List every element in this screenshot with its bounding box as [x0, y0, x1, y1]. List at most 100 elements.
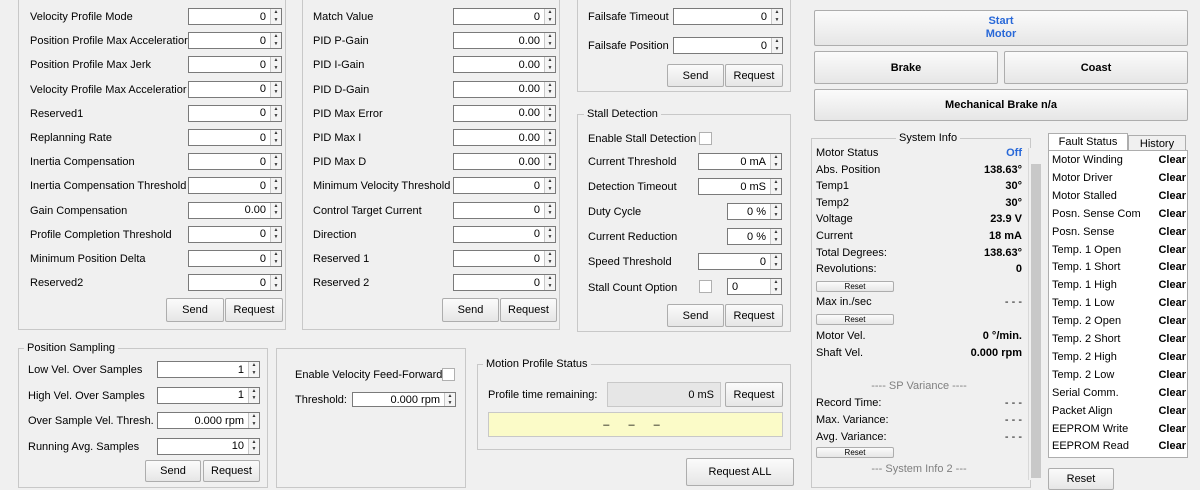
profile-status-request-button[interactable]: Request: [725, 382, 783, 407]
failsafe-timeout-spinner[interactable]: 0 ▲ ▼: [673, 8, 783, 25]
pid-row-spinner[interactable]: 0 ▲ ▼: [453, 225, 556, 243]
pid-row-spinner[interactable]: 0 ▲ ▼: [453, 250, 556, 267]
spinner-arrows-icon[interactable]: ▲ ▼: [544, 226, 555, 242]
profile-row-spinner[interactable]: 0 ▲ ▼: [188, 225, 282, 243]
sampling-row-spinner[interactable]: 1 ▲ ▼: [157, 386, 260, 404]
spinner-arrows-icon[interactable]: ▲ ▼: [544, 81, 555, 97]
stall-request-button[interactable]: Request: [725, 304, 783, 327]
fault-name: Temp. 2 Open: [1052, 315, 1122, 328]
spinner-arrows-icon[interactable]: ▲ ▼: [544, 105, 555, 121]
spinner-arrows-icon[interactable]: ▲ ▼: [270, 130, 281, 145]
failsafe-position-spinner[interactable]: 0 ▲ ▼: [673, 37, 783, 54]
spinner-arrows-icon[interactable]: ▲ ▼: [544, 178, 555, 194]
profile-row-spinner[interactable]: 0 ▲ ▼: [188, 104, 282, 122]
profile-request-button[interactable]: Request: [225, 298, 283, 322]
spinner-arrows-icon[interactable]: ▲ ▼: [544, 33, 555, 49]
pid-row-spinner[interactable]: 0 ▲ ▼: [453, 201, 556, 219]
spinner-arrows-icon[interactable]: ▲ ▼: [270, 9, 281, 24]
fault-reset-button[interactable]: Reset: [1048, 468, 1114, 490]
current-reduction-spinner[interactable]: 0 % ▲ ▼: [727, 228, 782, 245]
mechanical-brake-button[interactable]: Mechanical Brake n/a: [814, 89, 1188, 121]
sampling-row-spinner[interactable]: 0.000 rpm ▲ ▼: [157, 412, 260, 429]
enable-stall-checkbox[interactable]: [699, 132, 712, 145]
spinner-arrows-icon[interactable]: ▲ ▼: [248, 438, 259, 454]
spinner-arrows-icon[interactable]: ▲ ▼: [544, 57, 555, 73]
start-motor-button[interactable]: Start Motor: [814, 10, 1188, 46]
fault-value: Clear: [1158, 386, 1186, 399]
spinner-arrows-icon[interactable]: ▲ ▼: [270, 81, 281, 97]
profile-row-spinner[interactable]: 0 ▲ ▼: [188, 56, 282, 74]
spinner-arrows-icon[interactable]: ▲ ▼: [248, 362, 259, 377]
stall-count-spinner[interactable]: 0 ▲ ▼: [727, 278, 782, 295]
profile-row-spinner[interactable]: 0 ▲ ▼: [188, 80, 282, 98]
system-info-row: Total Degrees: 138.63°: [816, 247, 1022, 263]
profile-row-value: 0: [259, 155, 266, 168]
variance-reset-button[interactable]: Reset: [816, 447, 894, 458]
sampling-send-button[interactable]: Send: [145, 460, 201, 482]
spinner-arrows-icon[interactable]: ▲ ▼: [248, 413, 259, 428]
brake-button[interactable]: Brake: [814, 51, 998, 84]
spinner-arrows-icon[interactable]: ▲ ▼: [544, 202, 555, 218]
profile-row-spinner[interactable]: 0 ▲ ▼: [188, 8, 282, 25]
speed-threshold-spinner[interactable]: 0 ▲ ▼: [698, 253, 782, 270]
system-info-scrollbar[interactable]: [1028, 148, 1042, 480]
current-threshold-spinner[interactable]: 0 mA ▲ ▼: [698, 153, 782, 170]
stall-count-checkbox[interactable]: [699, 280, 712, 293]
stall-send-button[interactable]: Send: [667, 304, 724, 327]
pid-send-button[interactable]: Send: [442, 298, 499, 322]
spinner-arrows-icon[interactable]: ▲ ▼: [544, 275, 555, 291]
duty-cycle-spinner[interactable]: 0 % ▲ ▼: [727, 203, 782, 220]
pid-row-spinner[interactable]: 0.00 ▲ ▼: [453, 56, 556, 74]
revolutions-reset-button[interactable]: Reset: [816, 281, 894, 292]
pid-row-spinner[interactable]: 0.00 ▲ ▼: [453, 32, 556, 50]
spinner-arrows-icon[interactable]: ▲ ▼: [270, 251, 281, 266]
sampling-row-spinner[interactable]: 10 ▲ ▼: [157, 437, 260, 455]
sampling-request-button[interactable]: Request: [203, 460, 260, 482]
profile-row-spinner[interactable]: 0.00 ▲ ▼: [188, 201, 282, 219]
request-all-button[interactable]: Request ALL: [686, 458, 794, 486]
failsafe-send-button[interactable]: Send: [667, 64, 724, 87]
pid-row-spinner[interactable]: 0 ▲ ▼: [453, 177, 556, 195]
pid-row-spinner[interactable]: 0 ▲ ▼: [453, 274, 556, 292]
profile-row-spinner[interactable]: 0 ▲ ▼: [188, 153, 282, 171]
profile-row-spinner[interactable]: 0 ▲ ▼: [188, 32, 282, 50]
profile-send-button[interactable]: Send: [166, 298, 224, 322]
spinner-arrows-icon[interactable]: ▲ ▼: [270, 105, 281, 121]
pid-row-spinner[interactable]: 0.00 ▲ ▼: [453, 129, 556, 146]
motor-vel-row: Motor Vel. 0 °/min.: [816, 330, 1022, 346]
spinner-arrows-icon[interactable]: ▲ ▼: [544, 251, 555, 266]
velocity-ff-checkbox[interactable]: [442, 368, 455, 381]
spinner-arrows-icon[interactable]: ▲ ▼: [270, 33, 281, 49]
ff-threshold-spinner[interactable]: 0.000 rpm ▲ ▼: [352, 392, 456, 407]
tab-fault-status[interactable]: Fault Status: [1048, 133, 1128, 151]
pid-row-spinner[interactable]: 0.00 ▲ ▼: [453, 80, 556, 98]
profile-row-spinner[interactable]: 0 ▲ ▼: [188, 129, 282, 146]
current-reduction-label: Current Reduction: [588, 231, 678, 243]
profile-row-spinner[interactable]: 0 ▲ ▼: [188, 177, 282, 195]
spinner-arrows-icon[interactable]: ▲ ▼: [248, 387, 259, 403]
spinner-arrows-icon[interactable]: ▲ ▼: [544, 154, 555, 170]
detection-timeout-spinner[interactable]: 0 mS ▲ ▼: [698, 178, 782, 195]
pid-row-label: PID Max I: [313, 132, 362, 144]
spinner-arrows-icon[interactable]: ▲ ▼: [544, 9, 555, 24]
spinner-arrows-icon[interactable]: ▲ ▼: [270, 202, 281, 218]
sampling-row-spinner[interactable]: 1 ▲ ▼: [157, 361, 260, 378]
velocity-ff-label: Enable Velocity Feed-Forward: [295, 369, 443, 381]
pid-row-value: 0.00: [518, 34, 540, 47]
coast-button[interactable]: Coast: [1004, 51, 1188, 84]
spinner-arrows-icon[interactable]: ▲ ▼: [544, 130, 555, 145]
profile-row-spinner[interactable]: 0 ▲ ▼: [188, 250, 282, 267]
pid-request-button[interactable]: Request: [500, 298, 557, 322]
spinner-arrows-icon[interactable]: ▲ ▼: [270, 57, 281, 73]
pid-row-spinner[interactable]: 0.00 ▲ ▼: [453, 153, 556, 171]
profile-row-spinner[interactable]: 0 ▲ ▼: [188, 274, 282, 292]
spinner-arrows-icon[interactable]: ▲ ▼: [270, 226, 281, 242]
max-in-sec-reset-button[interactable]: Reset: [816, 314, 894, 325]
spinner-arrows-icon[interactable]: ▲ ▼: [270, 275, 281, 291]
scrollbar-thumb[interactable]: [1031, 164, 1041, 478]
spinner-arrows-icon[interactable]: ▲ ▼: [270, 154, 281, 170]
spinner-arrows-icon[interactable]: ▲ ▼: [270, 178, 281, 194]
pid-row-spinner[interactable]: 0 ▲ ▼: [453, 8, 556, 25]
failsafe-request-button[interactable]: Request: [725, 64, 783, 87]
pid-row-spinner[interactable]: 0.00 ▲ ▼: [453, 104, 556, 122]
